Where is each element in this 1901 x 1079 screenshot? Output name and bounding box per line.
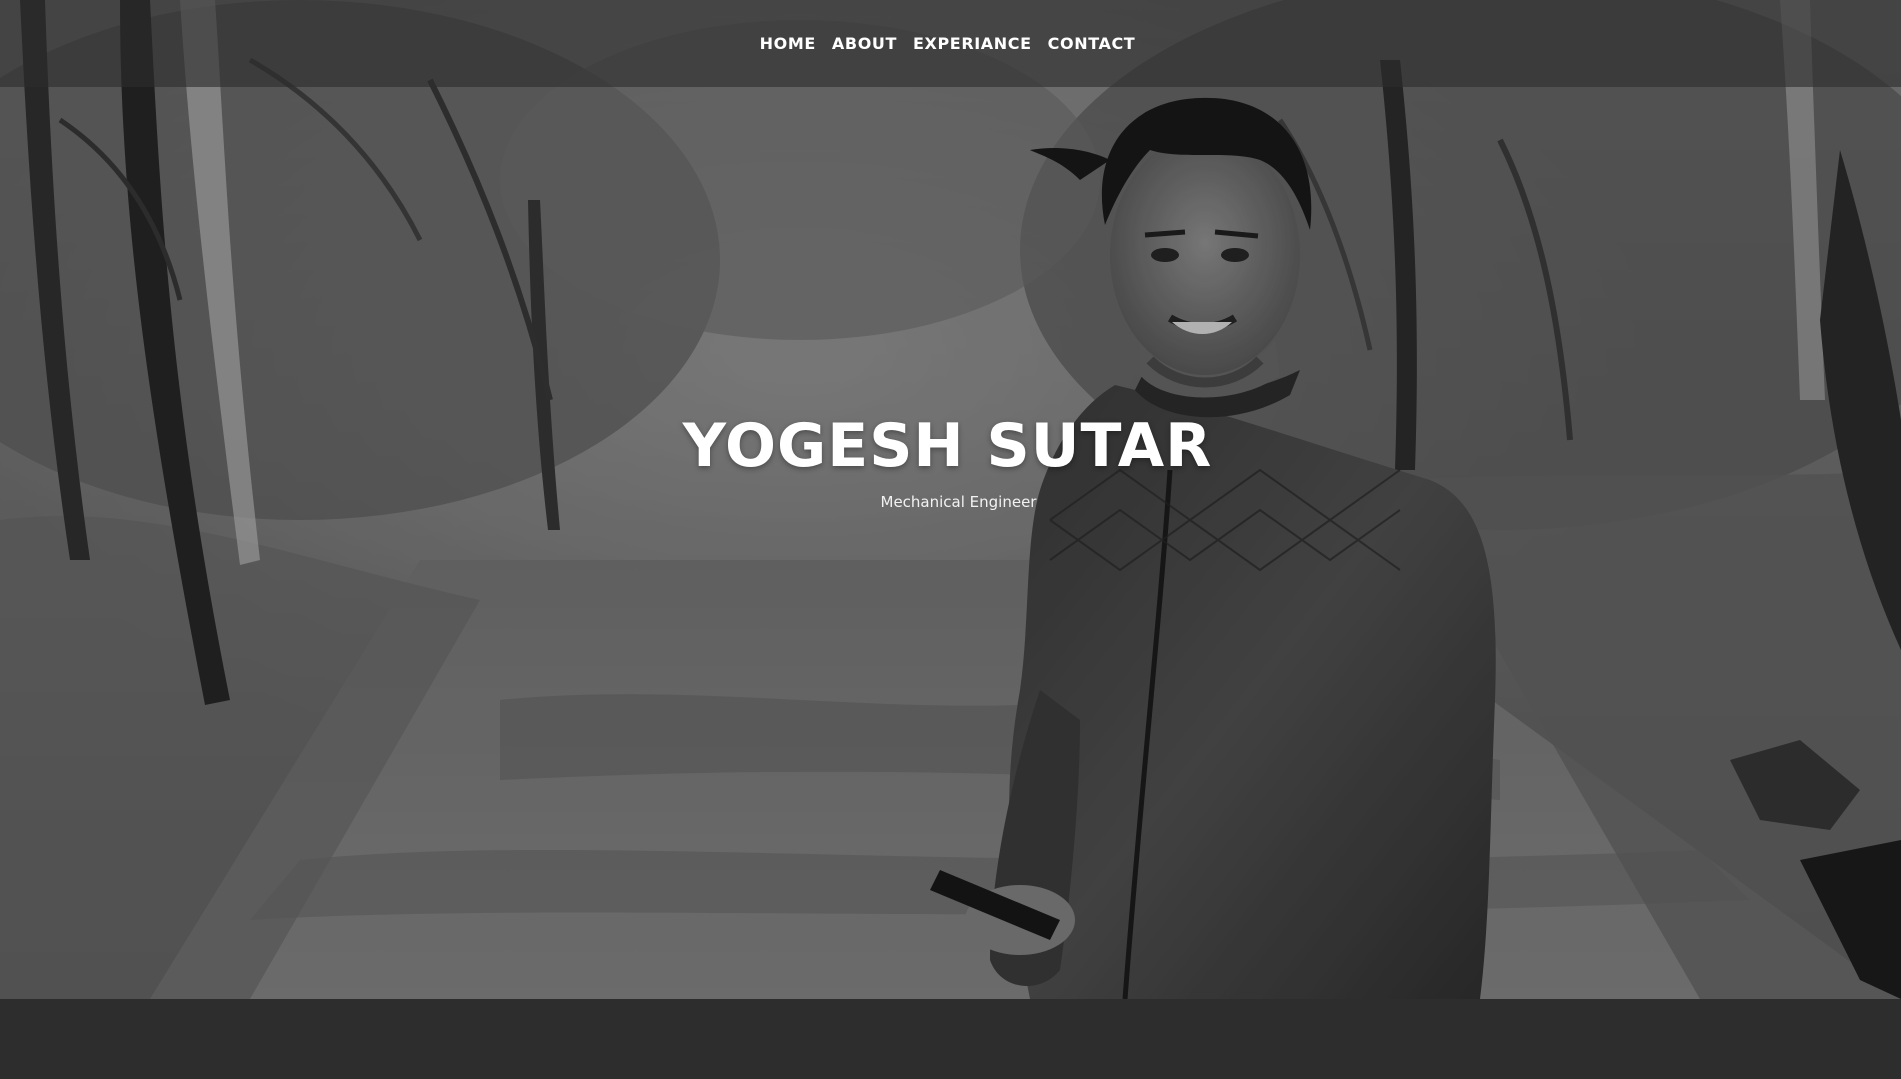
banner-subtitle: Mechanical Engineer bbox=[880, 493, 1037, 511]
top-navbar: HOME ABOUT EXPERIANCE CONTACT bbox=[0, 0, 1901, 87]
nav-item-experiance: EXPERIANCE bbox=[913, 34, 1032, 53]
nav-link-about[interactable]: ABOUT bbox=[832, 34, 897, 53]
nav-link-contact[interactable]: CONTACT bbox=[1048, 34, 1136, 53]
nav-item-home: HOME bbox=[760, 34, 816, 53]
page: HOME ABOUT EXPERIANCE CONTACT YOGESH SUT… bbox=[0, 0, 1901, 1079]
nav-item-about: ABOUT bbox=[832, 34, 897, 53]
nav-link-experiance[interactable]: EXPERIANCE bbox=[913, 34, 1032, 53]
nav-item-contact: CONTACT bbox=[1048, 34, 1136, 53]
nav-menu: HOME ABOUT EXPERIANCE CONTACT bbox=[760, 34, 1136, 53]
banner-title: YOGESH SUTAR bbox=[682, 411, 1213, 481]
nav-link-home[interactable]: HOME bbox=[760, 34, 816, 53]
banner: YOGESH SUTAR Mechanical Engineer bbox=[0, 410, 1901, 512]
footer-strip bbox=[0, 999, 1901, 1079]
